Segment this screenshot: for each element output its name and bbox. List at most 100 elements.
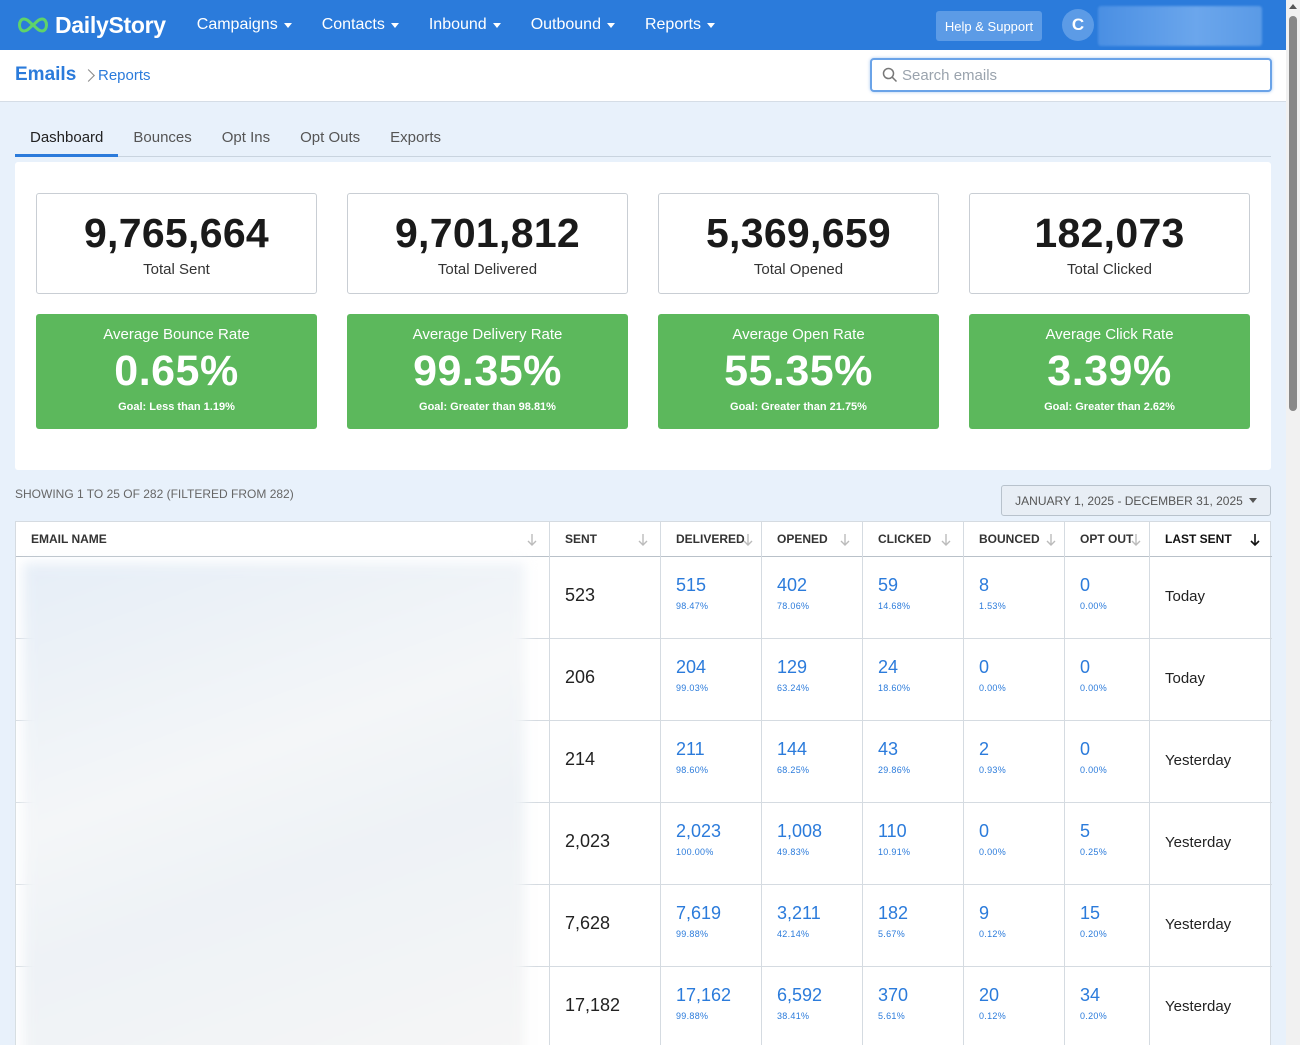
scroll-up-arrow-icon[interactable] <box>1289 4 1297 9</box>
breadcrumb-reports[interactable]: Reports <box>98 67 151 84</box>
avatar[interactable]: C <box>1062 9 1094 41</box>
menu-reports-label: Reports <box>644 16 701 33</box>
help-support-button[interactable]: Help & Support <box>936 11 1042 41</box>
tab-opt-outs[interactable]: Opt Outs <box>285 117 375 157</box>
cell-sent: 7,628 <box>550 885 661 967</box>
top-navbar: DailyStory Campaigns Contacts Inbound Ou… <box>0 0 1286 50</box>
sent-value: 17,182 <box>565 995 621 1015</box>
column-header-email-name[interactable]: EMAIL NAME <box>16 522 550 557</box>
opened-count-link[interactable]: 129 <box>762 639 862 678</box>
last-sent-value: Yesterday <box>1165 834 1232 851</box>
search-input[interactable] <box>902 64 1262 86</box>
optout-count-link[interactable]: 15 <box>1065 885 1149 924</box>
optout-count-link[interactable]: 0 <box>1065 557 1149 596</box>
delivered-percent: 100.00% <box>676 847 714 857</box>
tab-dashboard[interactable]: Dashboard <box>15 117 119 157</box>
clicked-count-link[interactable]: 59 <box>863 557 963 596</box>
opened-percent: 63.24% <box>777 683 810 693</box>
caret-down-icon <box>606 22 615 28</box>
opened-count-link[interactable]: 6,592 <box>762 967 862 1006</box>
main-menu: Campaigns Contacts Inbound Outbound Repo… <box>182 0 730 50</box>
cell-delivered: 17,162 99.88% <box>661 967 762 1045</box>
column-header-opt-out[interactable]: OPT OUT <box>1065 522 1150 557</box>
sort-arrow-icon <box>527 534 537 546</box>
sort-arrow-icon <box>941 534 951 546</box>
delivered-count-link[interactable]: 204 <box>661 639 761 678</box>
cell-optout: 0 0.00% <box>1065 721 1150 803</box>
menu-contacts[interactable]: Contacts <box>307 0 414 50</box>
bounced-count-link[interactable]: 20 <box>964 967 1064 1006</box>
page-scrollbar[interactable] <box>1286 0 1300 1045</box>
optout-count-link[interactable]: 0 <box>1065 639 1149 678</box>
menu-inbound-label: Inbound <box>428 16 487 33</box>
email-report-table: EMAIL NAME SENT DELIVERED OPENED CLICKED… <box>15 521 1272 1045</box>
delivered-count-link[interactable]: 7,619 <box>661 885 761 924</box>
tab-opt-ins[interactable]: Opt Ins <box>207 117 285 157</box>
optout-percent: 0.00% <box>1080 601 1108 611</box>
stats-panel: 9,765,664 Total Sent 9,701,812 Total Del… <box>15 162 1271 470</box>
user-name-redacted[interactable] <box>1098 6 1262 46</box>
column-header-bounced[interactable]: BOUNCED <box>964 522 1065 557</box>
clicked-count-link[interactable]: 24 <box>863 639 963 678</box>
opened-count-link[interactable]: 402 <box>762 557 862 596</box>
bounced-count-link[interactable]: 2 <box>964 721 1064 760</box>
date-range-dropdown[interactable]: JANUARY 1, 2025 - DECEMBER 31, 2025 <box>1001 485 1271 516</box>
optout-count-link[interactable]: 0 <box>1065 721 1149 760</box>
opened-count-link[interactable]: 1,008 <box>762 803 862 842</box>
tab-exports[interactable]: Exports <box>375 117 456 157</box>
stat-value: 182,073 <box>1034 210 1185 256</box>
opened-count-link[interactable]: 144 <box>762 721 862 760</box>
menu-contacts-label: Contacts <box>321 16 385 33</box>
menu-outbound[interactable]: Outbound <box>516 0 630 50</box>
delivered-count-link[interactable]: 515 <box>661 557 761 596</box>
delivered-count-link[interactable]: 211 <box>661 721 761 760</box>
cell-sent: 523 <box>550 557 661 639</box>
cell-last-sent: Yesterday <box>1150 885 1272 967</box>
sort-arrow-icon <box>638 534 648 546</box>
cell-last-sent: Yesterday <box>1150 803 1272 885</box>
cell-sent: 214 <box>550 721 661 803</box>
column-header-opened[interactable]: OPENED <box>762 522 863 557</box>
clicked-count-link[interactable]: 110 <box>863 803 963 842</box>
column-header-sent[interactable]: SENT <box>550 522 661 557</box>
clicked-count-link[interactable]: 43 <box>863 721 963 760</box>
sent-value: 523 <box>565 585 596 605</box>
stat-value: 9,765,664 <box>83 210 270 256</box>
logo-text: DailyStory <box>55 11 166 38</box>
clicked-count-link[interactable]: 370 <box>863 967 963 1006</box>
clicked-percent: 10.91% <box>878 847 911 857</box>
bounced-count-link[interactable]: 0 <box>964 803 1064 842</box>
search-box[interactable] <box>870 58 1272 92</box>
cell-clicked: 59 14.68% <box>863 557 964 639</box>
optout-count-link[interactable]: 5 <box>1065 803 1149 842</box>
clicked-count-link[interactable]: 182 <box>863 885 963 924</box>
stat-card-total-opened: 5,369,659 Total Opened <box>658 193 939 294</box>
column-header-last-sent[interactable]: LAST SENT <box>1150 522 1272 557</box>
menu-inbound[interactable]: Inbound <box>414 0 516 50</box>
rate-goal: Goal: Greater than 98.81% <box>419 401 556 413</box>
stat-label: Total Opened <box>753 261 844 278</box>
header-label: OPT OUT <box>1080 532 1134 546</box>
scroll-thumb[interactable] <box>1289 16 1297 411</box>
bounced-count-link[interactable]: 9 <box>964 885 1064 924</box>
menu-campaigns[interactable]: Campaigns <box>182 0 307 50</box>
logo[interactable]: DailyStory <box>15 0 166 50</box>
column-header-clicked[interactable]: CLICKED <box>863 522 964 557</box>
last-sent-value: Today <box>1165 670 1206 687</box>
breadcrumb-emails[interactable]: Emails <box>15 64 76 86</box>
cell-delivered: 2,023 100.00% <box>661 803 762 885</box>
menu-reports[interactable]: Reports <box>630 0 730 50</box>
rate-goal: Goal: Greater than 21.75% <box>730 401 867 413</box>
delivered-count-link[interactable]: 17,162 <box>661 967 761 1006</box>
column-header-delivered[interactable]: DELIVERED <box>661 522 762 557</box>
bounced-count-link[interactable]: 8 <box>964 557 1064 596</box>
optout-count-link[interactable]: 34 <box>1065 967 1149 1006</box>
delivered-count-link[interactable]: 2,023 <box>661 803 761 842</box>
optout-percent: 0.25% <box>1080 847 1108 857</box>
opened-count-link[interactable]: 3,211 <box>762 885 862 924</box>
cell-optout: 0 0.00% <box>1065 557 1150 639</box>
bounced-count-link[interactable]: 0 <box>964 639 1064 678</box>
opened-percent: 78.06% <box>777 601 810 611</box>
tab-bounces[interactable]: Bounces <box>118 117 206 157</box>
caret-down-icon <box>1248 498 1257 503</box>
